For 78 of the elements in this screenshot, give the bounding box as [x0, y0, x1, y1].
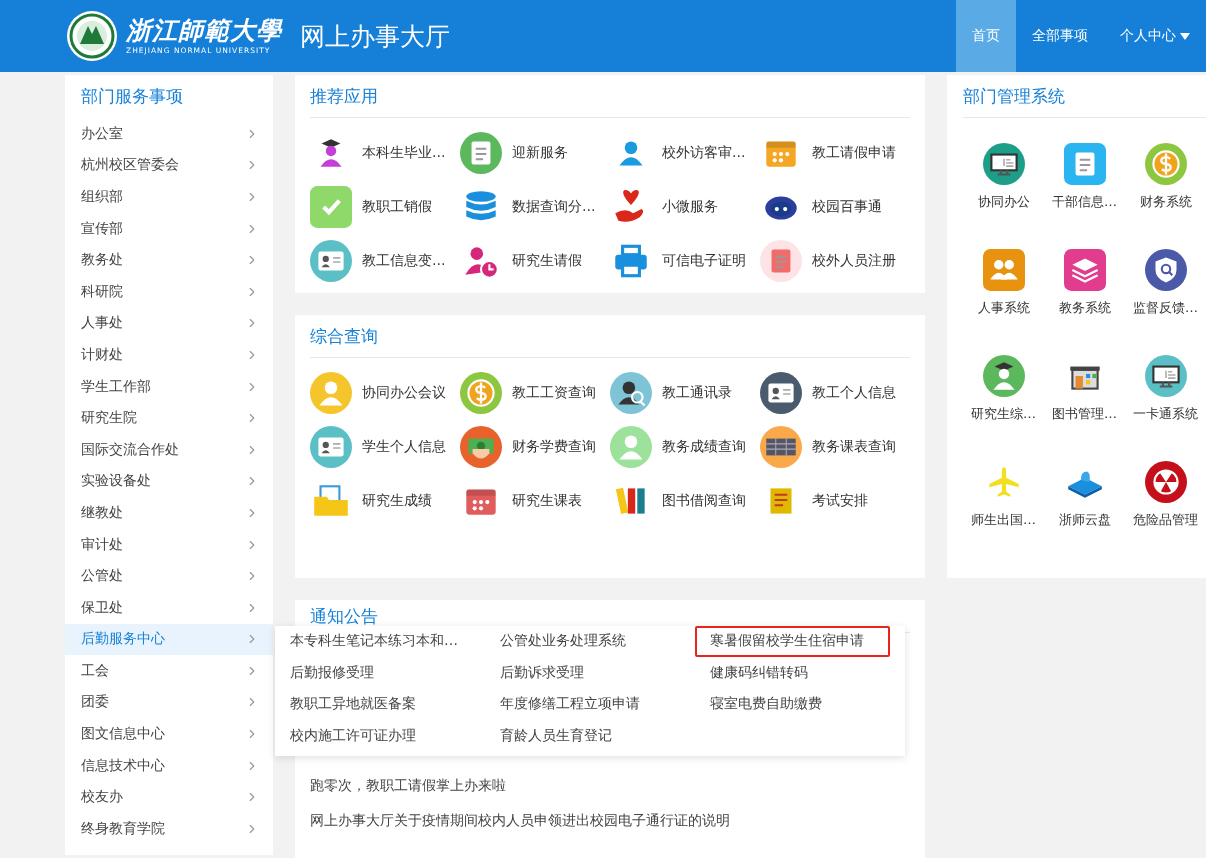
- app-link[interactable]: 研究生请假: [460, 234, 610, 288]
- app-link[interactable]: 迎新服务: [460, 126, 610, 180]
- app-link[interactable]: 本科生毕业…: [310, 126, 460, 180]
- site-title: 网上办事大厅: [300, 20, 450, 53]
- system-link[interactable]: 监督反馈…: [1125, 249, 1206, 355]
- table-icon: [760, 426, 802, 468]
- system-link[interactable]: 图书管理…: [1044, 355, 1125, 461]
- id-card-icon: [310, 240, 352, 282]
- system-link[interactable]: 师生出国…: [963, 461, 1044, 567]
- monitor-icon: [1144, 355, 1187, 397]
- app-link[interactable]: 教工信息变…: [310, 234, 460, 288]
- app-link[interactable]: 教工工资查询: [460, 366, 610, 420]
- sidebar-item[interactable]: 后勤服务中心: [65, 623, 273, 656]
- app-link[interactable]: 协同办公会议: [310, 366, 460, 420]
- submenu-item[interactable]: 寝室电费自助缴费: [695, 688, 905, 720]
- app-link[interactable]: 研究生课表: [460, 474, 610, 528]
- person-icon: [310, 372, 352, 414]
- system-link[interactable]: 人事系统: [963, 249, 1044, 355]
- app-link[interactable]: 教务成绩查询: [610, 420, 760, 474]
- notice-link[interactable]: 网上办事大厅关于疫情期间校内人员申领进出校园电子通行证的说明: [310, 803, 910, 838]
- app-link[interactable]: 教务课表查询: [760, 420, 910, 474]
- app-link[interactable]: 研究生成绩: [310, 474, 460, 528]
- submenu-item[interactable]: 教职工异地就医备案: [275, 688, 485, 720]
- app-link[interactable]: 教工个人信息: [760, 366, 910, 420]
- person-search-icon: [610, 372, 652, 414]
- document-icon: [760, 240, 802, 282]
- coin-icon: [460, 372, 502, 414]
- app-link[interactable]: 考试安排: [760, 474, 910, 528]
- section-title: 推荐应用: [310, 75, 910, 118]
- app-link[interactable]: 可信电子证明: [610, 234, 760, 288]
- graduate-icon: [982, 355, 1025, 397]
- app-link[interactable]: 图书借阅查询: [610, 474, 760, 528]
- submenu-item[interactable]: 育龄人员生育登记: [485, 720, 695, 752]
- app-link[interactable]: 学生个人信息: [310, 420, 460, 474]
- id-card-icon: [310, 426, 352, 468]
- section-title: 综合查询: [310, 315, 910, 358]
- system-link[interactable]: 研究生综…: [963, 355, 1044, 461]
- document-icon: [1063, 143, 1106, 185]
- caret-icon: [1180, 32, 1190, 40]
- system-link[interactable]: 财务系统: [1125, 143, 1206, 249]
- app-link[interactable]: 教工请假申请: [760, 126, 910, 180]
- notice-link[interactable]: 跑零次，教职工请假掌上办来啦: [310, 768, 910, 803]
- submenu-item[interactable]: 年度修缮工程立项申请: [485, 688, 695, 720]
- id-card-icon: [760, 372, 802, 414]
- cash-icon: [460, 426, 502, 468]
- person-icon: [610, 426, 652, 468]
- app-link[interactable]: 教工通讯录: [610, 366, 760, 420]
- people-icon: [982, 249, 1025, 291]
- university-emblem-icon: [66, 10, 118, 62]
- system-link[interactable]: 浙师云盘: [1044, 461, 1125, 567]
- monitor-icon: [982, 143, 1025, 185]
- app-link[interactable]: 校园百事通: [760, 180, 910, 234]
- app-link[interactable]: 校外人员注册: [760, 234, 910, 288]
- layers-icon: [1063, 249, 1106, 291]
- app-link[interactable]: 财务学费查询: [460, 420, 610, 474]
- system-link[interactable]: 干部信息…: [1044, 143, 1125, 249]
- submenu-item[interactable]: 健康码纠错转码: [695, 657, 905, 689]
- submenu-item[interactable]: 后勤诉求受理: [485, 657, 695, 689]
- nav-tab[interactable]: 个人中心: [1104, 0, 1206, 72]
- check-icon: [310, 186, 352, 228]
- shield-icon: [1144, 249, 1187, 291]
- submenu-item[interactable]: 校内施工许可证办理: [275, 720, 485, 752]
- system-link[interactable]: 一卡通系统: [1125, 355, 1206, 461]
- document-icon: [460, 132, 502, 174]
- university-name: 浙江師範大學: [126, 16, 282, 46]
- submenu-item[interactable]: 后勤报修受理: [275, 657, 485, 689]
- system-link[interactable]: 教务系统: [1044, 249, 1125, 355]
- system-link[interactable]: 协同办公: [963, 143, 1044, 249]
- sidebar-title: 部门服务事项: [80, 85, 184, 108]
- app-link[interactable]: 数据查询分…: [460, 180, 610, 234]
- hazard-icon: [1144, 461, 1187, 503]
- system-link[interactable]: 危险品管理: [1125, 461, 1206, 567]
- app-link[interactable]: 校外访客审…: [610, 126, 760, 180]
- coin-icon: [1144, 143, 1187, 185]
- nav-tab[interactable]: 全部事项: [1016, 0, 1104, 72]
- app-link[interactable]: 教职工销假: [310, 180, 460, 234]
- app-link[interactable]: 小微服务: [610, 180, 760, 234]
- section-title: 部门管理系统: [963, 75, 1206, 118]
